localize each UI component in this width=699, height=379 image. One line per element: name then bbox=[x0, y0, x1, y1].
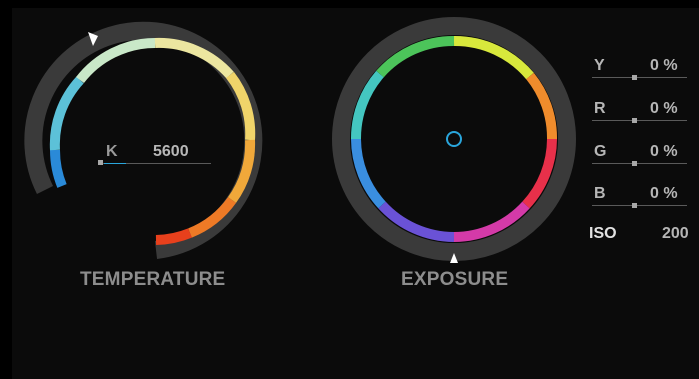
channel-slider-handle[interactable] bbox=[632, 203, 637, 208]
channel-slider-handle[interactable] bbox=[632, 75, 637, 80]
channel-slider-handle[interactable] bbox=[632, 161, 637, 166]
channel-slider-handle[interactable] bbox=[632, 118, 637, 123]
channel-value[interactable]: 0 % bbox=[650, 57, 678, 75]
exposure-label: EXPOSURE bbox=[401, 269, 509, 290]
channel-label: Y bbox=[594, 57, 605, 74]
iso-label: ISO bbox=[589, 225, 617, 242]
temperature-slider-handle[interactable] bbox=[98, 160, 103, 165]
channel-value[interactable]: 0 % bbox=[650, 100, 678, 118]
temperature-ring-segment bbox=[49, 149, 67, 188]
exposure-ring-track bbox=[332, 17, 576, 261]
temperature-ring-segment bbox=[155, 228, 192, 245]
exposure-center-handle[interactable] bbox=[446, 131, 462, 147]
temperature-slider-fill bbox=[104, 163, 126, 164]
temperature-label: TEMPERATURE bbox=[80, 269, 226, 290]
channel-label: G bbox=[594, 143, 607, 160]
temperature-value[interactable]: 5600 bbox=[153, 143, 189, 161]
channel-slider-track[interactable] bbox=[592, 163, 687, 164]
temperature-unit-label: K bbox=[106, 143, 118, 160]
channel-slider-track[interactable] bbox=[592, 77, 687, 78]
temperature-ring-segment bbox=[49, 76, 84, 151]
channel-value[interactable]: 0 % bbox=[650, 143, 678, 161]
channel-label: B bbox=[594, 185, 606, 202]
channel-value[interactable]: 0 % bbox=[650, 185, 678, 203]
iso-value[interactable]: 200 bbox=[662, 225, 689, 243]
temperature-ring-segment bbox=[154, 37, 234, 79]
channel-slider-track[interactable] bbox=[592, 205, 687, 206]
channel-label: R bbox=[594, 100, 606, 117]
channel-slider-track[interactable] bbox=[592, 120, 687, 121]
